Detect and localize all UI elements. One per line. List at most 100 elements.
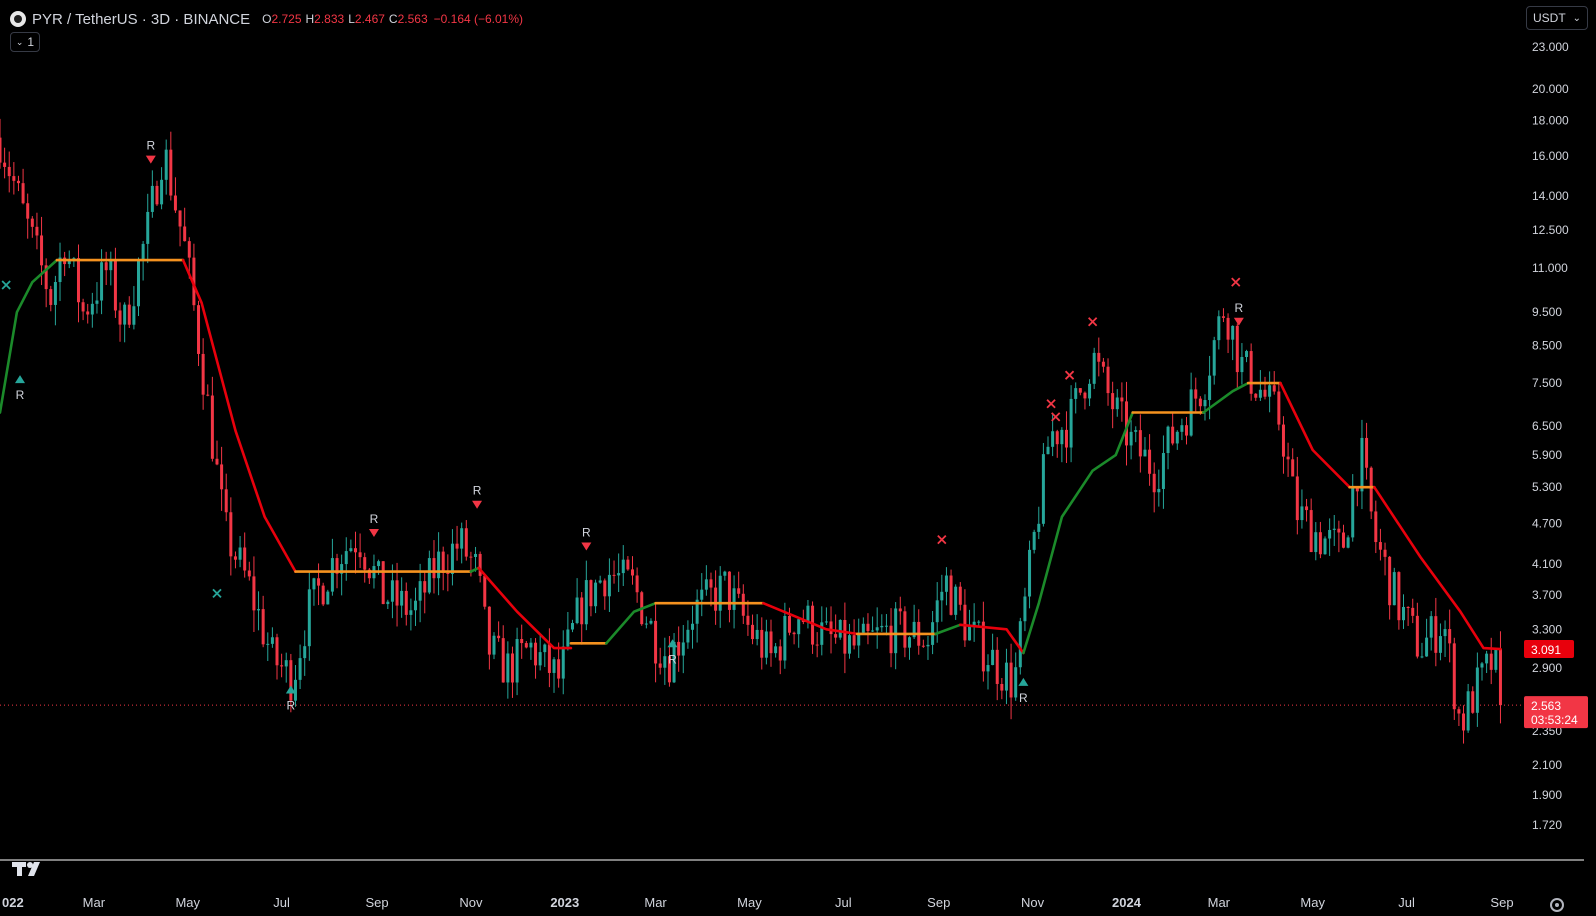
candle-body (1221, 316, 1225, 318)
price-chart[interactable]: R R R R R R R R R 23.000 20.000 18.000 16.000 14.000… (0, 0, 1596, 916)
candle-body (764, 631, 768, 658)
chevron-down-icon: ⌄ (15, 36, 24, 47)
candle-body (238, 547, 242, 560)
buy-triangle-marker (15, 375, 26, 384)
candle-body (621, 559, 625, 574)
candle-body (1101, 361, 1105, 367)
candle-body (155, 185, 159, 205)
candle-body (1134, 430, 1138, 432)
candle-body (1466, 691, 1470, 731)
candle-body (1378, 542, 1382, 550)
candle-body (778, 646, 782, 661)
x-tick-label: Nov (459, 895, 483, 910)
candle-body (487, 606, 491, 655)
symbol-title[interactable]: PYR / TetherUS · 3D · BINANCE (32, 11, 250, 28)
candle-body (326, 591, 330, 605)
y-tick-label: 14.000 (1532, 189, 1569, 203)
candle-body (3, 162, 7, 167)
candle-body (898, 608, 902, 612)
candle-body (875, 627, 879, 631)
candle-body (654, 620, 658, 664)
candle-body (1023, 596, 1027, 622)
candle-body (446, 572, 450, 574)
candle-body (1318, 532, 1322, 555)
candle-body (935, 600, 939, 623)
candle-body (197, 305, 201, 354)
candle-body (760, 629, 764, 658)
candle-body (381, 561, 385, 605)
candle-body (275, 637, 279, 666)
candle-body (474, 553, 478, 557)
ohlc-open-key: O (262, 12, 272, 26)
ohlc-high-key: H (305, 12, 315, 26)
y-tick-label: 4.100 (1532, 557, 1562, 571)
candle-body (307, 589, 311, 647)
candle-body (1397, 572, 1401, 621)
candle-body (1009, 662, 1013, 698)
candle-body (1374, 511, 1378, 543)
candle-body (1434, 616, 1438, 653)
candle-body (534, 642, 538, 666)
candle-body (257, 609, 261, 611)
symbol-legend: PYR / TetherUS · 3D · BINANCE O 2.725 H 2.… (10, 8, 523, 30)
candle-body (1392, 572, 1396, 606)
candle-body (1438, 636, 1442, 653)
trend-line-segment (934, 623, 962, 636)
candle-body (617, 573, 621, 576)
candle-body (169, 149, 173, 196)
candle-body (1069, 398, 1073, 448)
candles-layer (0, 118, 1502, 744)
candle-body (1263, 389, 1267, 397)
candle-body (949, 575, 953, 615)
candle-body (233, 556, 237, 560)
candle-body (630, 569, 634, 576)
candle-body (1443, 629, 1447, 637)
candle-body (252, 576, 256, 611)
candle-body (1129, 431, 1133, 446)
candle-body (1092, 352, 1096, 384)
x-tick-label: Jul (835, 895, 852, 910)
candle-body (30, 218, 34, 227)
candle-body (691, 623, 695, 630)
x-tick-label: May (175, 895, 200, 910)
tradingview-logo-icon[interactable] (12, 860, 46, 878)
cross-marker (937, 535, 947, 545)
candle-body (1083, 392, 1087, 399)
x-tick-label: May (1300, 895, 1325, 910)
candle-body (1309, 510, 1313, 553)
y-tick-label: 3.700 (1532, 588, 1562, 602)
candle-body (741, 593, 745, 616)
candle-body (377, 561, 381, 567)
candle-body (1498, 648, 1502, 706)
candle-body (954, 586, 958, 615)
buy-triangle-marker (1018, 677, 1029, 686)
candle-body (160, 179, 164, 205)
candle-body (603, 580, 607, 597)
candle-body (824, 621, 828, 623)
candle-body (977, 621, 981, 623)
y-tick-label: 20.000 (1532, 82, 1569, 96)
candle-body (1249, 351, 1253, 394)
candle-body (852, 635, 856, 646)
candle-body (1037, 523, 1041, 532)
candle-body (797, 619, 801, 635)
marker-label: R (370, 512, 379, 526)
x-tick-label: Jul (273, 895, 290, 910)
candle-body (1138, 430, 1142, 457)
candle-body (1258, 389, 1262, 398)
candle-body (261, 609, 265, 645)
candle-body (1448, 629, 1452, 644)
time-axis[interactable]: 022 Mar May Jul Sep Nov 2023 Mar May Jul Sep Nov 202… (2, 895, 1514, 910)
candle-body (1480, 663, 1484, 668)
settings-gear-icon[interactable] (1550, 898, 1564, 912)
candle-body (289, 660, 293, 701)
marker-label: R (1019, 691, 1028, 705)
currency-select[interactable]: USDT ⌄ (1526, 6, 1588, 30)
indicator-toggle-button[interactable]: ⌄ 1 (10, 32, 40, 52)
candle-body (1152, 473, 1156, 493)
candle-body (173, 195, 177, 211)
candle-body (774, 646, 778, 654)
candle-body (1332, 528, 1336, 530)
candle-body (524, 643, 528, 648)
candle-body (1212, 340, 1216, 376)
